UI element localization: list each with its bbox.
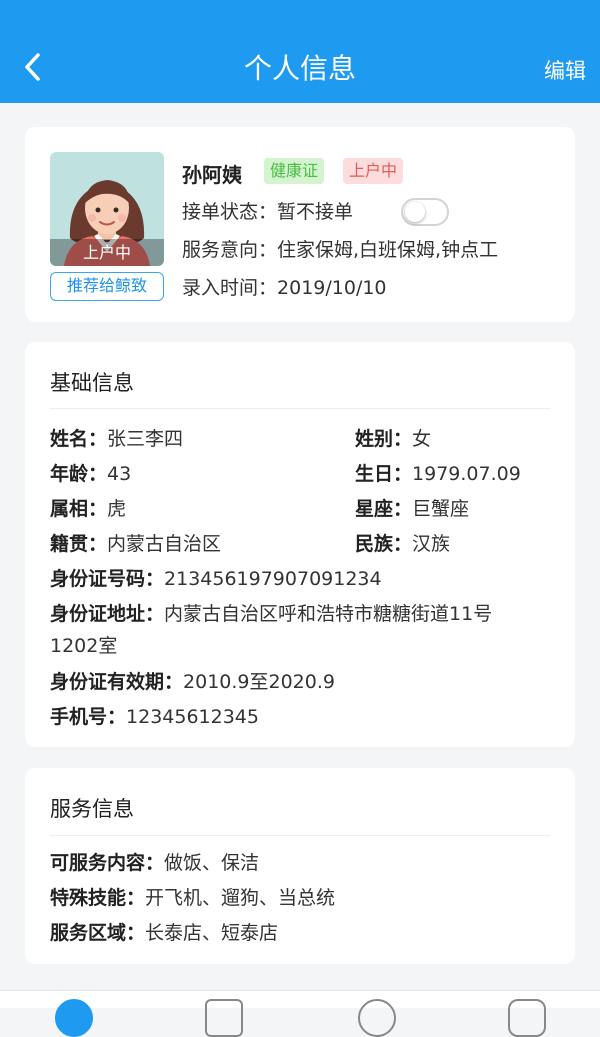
recommend-button[interactable]: 推荐给鲸致 bbox=[50, 272, 164, 301]
divider bbox=[50, 835, 550, 836]
field-label: 手机号： bbox=[50, 706, 127, 728]
tab-home-icon[interactable] bbox=[55, 999, 93, 1037]
intent-label: 服务意向： bbox=[182, 239, 278, 261]
service-intent-row: 服务意向：住家保姆,白班保姆,钟点工 bbox=[182, 235, 498, 262]
field-constellation: 星座：巨蟹座 bbox=[355, 494, 469, 521]
divider bbox=[50, 408, 550, 409]
field-name: 姓名：张三李四 bbox=[50, 424, 183, 451]
field-label: 身份证号码： bbox=[50, 568, 165, 590]
nav-bar: 个人信息 编辑 bbox=[0, 0, 600, 103]
status-tag: 上户中 bbox=[343, 158, 404, 184]
field-label: 特殊技能： bbox=[50, 887, 146, 909]
field-value: 2010.9至2020.9 bbox=[183, 671, 335, 693]
field-service-content: 可服务内容：做饭、保洁 bbox=[50, 848, 259, 875]
basic-info-card: 基础信息 姓名：张三李四 姓别：女 年龄：43 生日：1979.07.09 属相… bbox=[25, 342, 575, 747]
field-label: 星座： bbox=[355, 498, 413, 520]
edit-button[interactable]: 编辑 bbox=[544, 55, 586, 85]
field-value: 汉族 bbox=[412, 533, 451, 555]
field-id-address-continued: 1202室 bbox=[50, 635, 118, 657]
entry-date-row: 录入时间：2019/10/10 bbox=[182, 273, 387, 300]
field-label: 属相： bbox=[50, 498, 108, 520]
field-label: 民族： bbox=[355, 533, 413, 555]
order-status-row: 接单状态：暂不接单 bbox=[182, 197, 353, 224]
entry-date-label: 录入时间： bbox=[182, 277, 278, 299]
intent-value: 住家保姆,白班保姆,钟点工 bbox=[277, 239, 499, 261]
profile-name: 孙阿姨 bbox=[182, 163, 242, 187]
field-value: 内蒙古自治区 bbox=[107, 533, 222, 555]
field-birthday: 生日：1979.07.09 bbox=[355, 459, 521, 486]
field-value: 女 bbox=[412, 428, 432, 450]
toggle-knob bbox=[405, 202, 425, 222]
page-title: 个人信息 bbox=[243, 52, 356, 85]
entry-date-value: 2019/10/10 bbox=[277, 277, 387, 299]
order-status-toggle[interactable] bbox=[401, 198, 449, 226]
order-status-value: 暂不接单 bbox=[277, 201, 354, 223]
field-service-area: 服务区域：长泰店、短泰店 bbox=[50, 918, 278, 945]
field-label: 身份证有效期： bbox=[50, 671, 184, 693]
field-label: 年龄： bbox=[50, 463, 108, 485]
bottom-tab-bar bbox=[0, 990, 600, 1037]
field-value: 43 bbox=[107, 463, 132, 485]
service-info-card: 服务信息 可服务内容：做饭、保洁 特殊技能：开飞机、遛狗、当总统 服务区域：长泰… bbox=[25, 768, 575, 964]
field-label: 姓名： bbox=[50, 428, 108, 450]
field-value: 长泰店、短泰店 bbox=[145, 922, 279, 944]
field-value: 做饭、保洁 bbox=[164, 852, 260, 874]
field-value: 虎 bbox=[107, 498, 127, 520]
field-value: 巨蟹座 bbox=[412, 498, 470, 520]
field-label: 生日： bbox=[355, 463, 413, 485]
field-label: 籍贯： bbox=[50, 533, 108, 555]
field-value: 开飞机、遛狗、当总统 bbox=[145, 887, 336, 909]
field-label: 身份证地址： bbox=[50, 603, 165, 625]
field-special-skills: 特殊技能：开飞机、遛狗、当总统 bbox=[50, 883, 335, 910]
field-value: 213456197907091234 bbox=[164, 568, 382, 590]
tab-profile-icon[interactable] bbox=[508, 999, 546, 1037]
tab-orders-icon[interactable] bbox=[205, 999, 243, 1037]
field-gender: 姓别：女 bbox=[355, 424, 431, 451]
field-native-place: 籍贯：内蒙古自治区 bbox=[50, 529, 221, 556]
field-value: 内蒙古自治区呼和浩特市糖糖街道11号 bbox=[164, 603, 493, 625]
field-value: 12345612345 bbox=[126, 706, 259, 728]
avatar[interactable]: 上户中 bbox=[50, 152, 164, 266]
field-value: 张三李四 bbox=[107, 428, 184, 450]
field-age: 年龄：43 bbox=[50, 459, 131, 486]
field-id-validity: 身份证有效期：2010.9至2020.9 bbox=[50, 667, 335, 694]
field-label: 姓别： bbox=[355, 428, 413, 450]
field-label: 可服务内容： bbox=[50, 852, 165, 874]
tab-messages-icon[interactable] bbox=[358, 999, 396, 1037]
field-label: 服务区域： bbox=[50, 922, 146, 944]
field-phone: 手机号：12345612345 bbox=[50, 702, 259, 729]
field-zodiac: 属相：虎 bbox=[50, 494, 126, 521]
section-title-service: 服务信息 bbox=[50, 797, 134, 821]
field-id-address: 身份证地址：内蒙古自治区呼和浩特市糖糖街道11号 bbox=[50, 599, 492, 626]
field-id-number: 身份证号码：213456197907091234 bbox=[50, 564, 382, 591]
profile-card: 上户中 推荐给鲸致 孙阿姨 健康证 上户中 接单状态：暂不接单 服务意向：住家保… bbox=[25, 127, 575, 322]
avatar-status-badge: 上户中 bbox=[50, 239, 164, 266]
section-title-basic: 基础信息 bbox=[50, 371, 134, 395]
health-certificate-tag: 健康证 bbox=[264, 158, 325, 184]
field-value: 1979.07.09 bbox=[412, 463, 521, 485]
field-ethnicity: 民族：汉族 bbox=[355, 529, 450, 556]
order-status-label: 接单状态： bbox=[182, 201, 278, 223]
